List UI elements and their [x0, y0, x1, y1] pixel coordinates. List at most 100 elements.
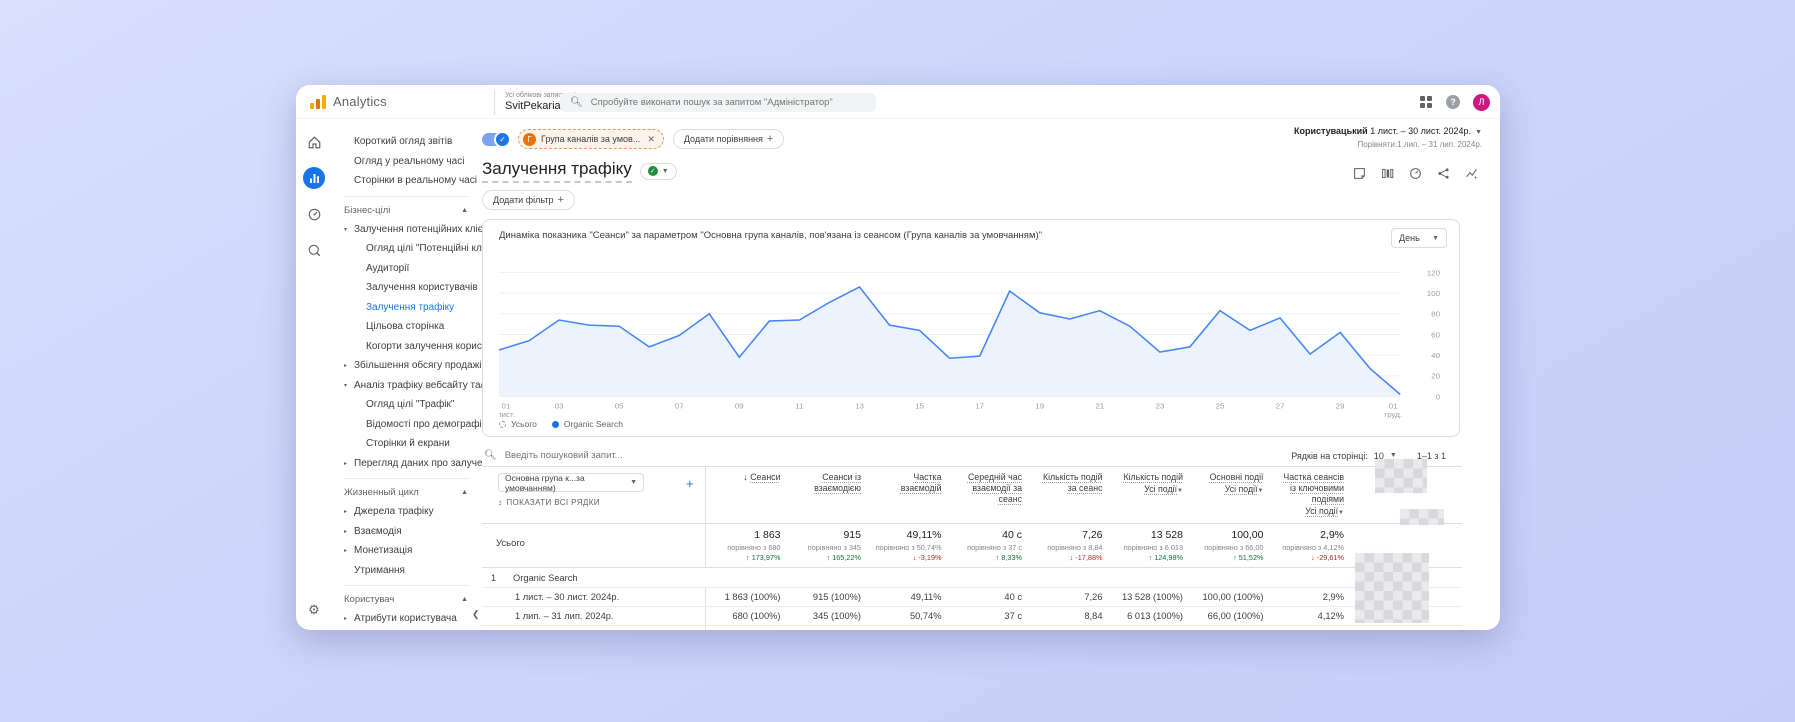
column-header-label[interactable]: Частка взаємодій	[901, 472, 942, 493]
column-subfilter[interactable]: Усі події ▼	[1195, 484, 1264, 497]
column-header-label[interactable]: Кількість подій за сеанс	[1043, 472, 1103, 493]
column-header[interactable]: Сеанси із взаємодією	[787, 467, 868, 523]
share-icon[interactable]	[1437, 167, 1450, 185]
chevron-down-icon[interactable]: ▼	[1390, 452, 1397, 459]
sidebar-item[interactable]: ▾ Залучення потенційних кліє...	[332, 220, 482, 240]
sidebar-item[interactable]: ▸ Перегляд даних про залуче...	[332, 454, 482, 474]
search-icon: 🔍︎	[484, 450, 497, 461]
insights-icon[interactable]	[1465, 167, 1478, 185]
sidebar-collapse-icon[interactable]: ❮	[472, 609, 1492, 620]
add-dimension-button[interactable]: +	[686, 476, 694, 491]
report-sidebar: Короткий огляд звітів Огляд у реальному ч…	[332, 119, 482, 630]
totals-compare: порівняно з 345	[807, 543, 861, 552]
sidebar-item[interactable]: Огляд у реальному часі	[332, 152, 482, 172]
sidebar-item[interactable]: ▸ Атрибути користувача	[332, 609, 482, 629]
sidebar-item[interactable]: Огляд цілі "Трафік"	[332, 395, 482, 415]
column-header[interactable]: Частка сеансів із ключовими подіями Усі п…	[1270, 467, 1351, 523]
totals-row: Усього 1 863 порівняно з 680 ↑ 173,97% 915 п…	[482, 524, 1462, 567]
totals-change: ↓ -17,88%	[1069, 553, 1103, 562]
column-subfilter[interactable]: Усі події ▼	[1276, 506, 1344, 519]
comparison-chip[interactable]: Г Група каналів за умов... ✕	[518, 129, 664, 149]
sidebar-item[interactable]: Залучення трафіку	[332, 298, 482, 318]
column-header-label[interactable]: Сеанси	[750, 472, 780, 482]
legend-total[interactable]: Усього	[499, 419, 537, 429]
analytics-logo[interactable]: Analytics	[296, 94, 494, 109]
column-header[interactable]: Частка взаємодій	[867, 467, 948, 523]
reports-icon[interactable]	[303, 167, 325, 189]
home-icon[interactable]	[303, 131, 325, 153]
y-axis-tick: 40	[1431, 351, 1440, 360]
sidebar-item[interactable]: Когорти залучення корис...	[332, 337, 482, 357]
column-header[interactable]: Середній час взаємодії за сеанс	[948, 467, 1029, 523]
sidebar-item[interactable]: Сторінки в реальному часі	[332, 171, 482, 191]
column-header-label[interactable]: Частка сеансів із ключовими подіями	[1283, 472, 1344, 504]
chevron-right-icon: ▸	[344, 509, 348, 516]
totals-value: 915	[843, 529, 861, 541]
apps-grid-icon[interactable]	[1420, 95, 1433, 109]
column-header[interactable]: ↓ Сеанси	[706, 467, 787, 523]
column-header-label[interactable]: Середній час взаємодії за сеанс	[968, 472, 1022, 504]
sidebar-item[interactable]: Цільова сторінка	[332, 317, 482, 337]
sidebar-item[interactable]: ▾ Аналіз трафіку вебсайту та/...	[332, 376, 482, 396]
date-range-picker[interactable]: Користувацький 1 лист. – 30 лист. 2024р.…	[1294, 125, 1482, 151]
notes-icon[interactable]	[1353, 167, 1366, 185]
sidebar-item[interactable]: Аудиторії	[332, 259, 482, 279]
sidebar-item[interactable]: ▸ Монетизація	[332, 541, 482, 561]
close-icon[interactable]: ✕	[647, 134, 655, 145]
search-input[interactable]	[590, 97, 866, 108]
avatar[interactable]: Л	[1473, 93, 1490, 111]
comparison-toggle[interactable]: ✓	[482, 130, 511, 148]
x-axis-tick: 21	[1095, 402, 1104, 411]
column-header[interactable]: Кількість подій за сеанс	[1028, 467, 1109, 523]
sidebar-section-header[interactable]: Користувач ▲	[332, 590, 482, 609]
sidebar-item[interactable]: ▸ Джерела трафіку	[332, 502, 482, 522]
sidebar-section-header[interactable]: Бізнес-цілі ▲	[332, 201, 482, 220]
sidebar-item[interactable]: Відомості про демографіч...	[332, 415, 482, 435]
granularity-select[interactable]: День ▼	[1391, 228, 1447, 248]
help-icon[interactable]: ?	[1446, 95, 1460, 109]
chevron-up-icon: ▲	[461, 596, 468, 603]
sidebar-item[interactable]: Огляд цілі "Потенційні клі...	[332, 239, 482, 259]
totals-cell: 100,00 порівняно з 66,00 ↑ 51,52%	[1189, 524, 1270, 567]
column-subfilter[interactable]: Усі події ▼	[1115, 484, 1183, 497]
explore-icon[interactable]	[303, 239, 325, 261]
table-search-input[interactable]	[504, 450, 805, 461]
column-header-label[interactable]: Основні події	[1210, 472, 1264, 482]
column-subfilter-label: Усі події	[1305, 506, 1339, 516]
column-header-label[interactable]: Сеанси із взаємодією	[814, 472, 861, 493]
speed-icon[interactable]	[1409, 167, 1422, 185]
sidebar-item[interactable]: Утримання	[332, 561, 482, 581]
sidebar-section-header[interactable]: Жизненный цикл ▲	[332, 483, 482, 502]
data-quality-badge[interactable]: ✓ ▼	[639, 162, 677, 180]
table-row[interactable]: % change173,97%165,22%-3,19%8,33%-17,88%…	[482, 625, 1462, 630]
table-cell: 8,33%	[948, 626, 1029, 630]
column-subfilter-label: Усі події	[1144, 484, 1178, 494]
column-header[interactable]: Кількість подій Усі події ▼	[1109, 467, 1190, 523]
column-header-label[interactable]: Кількість подій	[1123, 472, 1183, 482]
sessions-line-chart[interactable]: 02040608010012001лист.030507091113151719…	[499, 248, 1445, 420]
totals-value: 7,26	[1082, 529, 1103, 541]
sidebar-item[interactable]: Короткий огляд звітів	[332, 132, 482, 152]
sidebar-item[interactable]: Сторінки й екрани	[332, 434, 482, 454]
add-filter-button[interactable]: Додати фільтр +	[482, 190, 575, 210]
global-search[interactable]: 🔍︎	[560, 93, 876, 112]
page-title[interactable]: Залучення трафіку	[482, 159, 632, 183]
row-label: Organic Search	[513, 572, 578, 583]
x-axis-tick: 01	[1389, 402, 1398, 411]
totals-compare: порівняно з 680	[727, 543, 781, 552]
comparison-icon[interactable]	[1381, 167, 1394, 185]
sidebar-item[interactable]: ▸ Збільшення обсягу продажів	[332, 356, 482, 376]
dimension-select[interactable]: Основна група к...за умовчанням) ▼	[498, 473, 644, 493]
show-all-rows-button[interactable]: ↕ ПОКАЗАТИ ВСІ РЯДКИ	[498, 498, 697, 507]
add-comparison-button[interactable]: Додати порівняння +	[672, 129, 785, 149]
table-group-row[interactable]: 1 Organic Search	[482, 568, 1462, 587]
legend-organic-search[interactable]: Organic Search	[551, 419, 623, 429]
chevron-up-icon: ▲	[461, 206, 468, 214]
column-header[interactable]: Основні події Усі події ▼	[1189, 467, 1270, 523]
chevron-down-icon: ▼	[1432, 234, 1439, 242]
table-row[interactable]: 1 лист. – 30 лист. 2024р. 1 863 (100%) 915…	[482, 587, 1462, 606]
sidebar-item[interactable]: ▸ Взаємодія	[332, 522, 482, 542]
advertising-icon[interactable]	[303, 203, 325, 225]
sidebar-item[interactable]: Залучення користувачів	[332, 278, 482, 298]
admin-gear-icon[interactable]: ⚙	[296, 602, 332, 618]
